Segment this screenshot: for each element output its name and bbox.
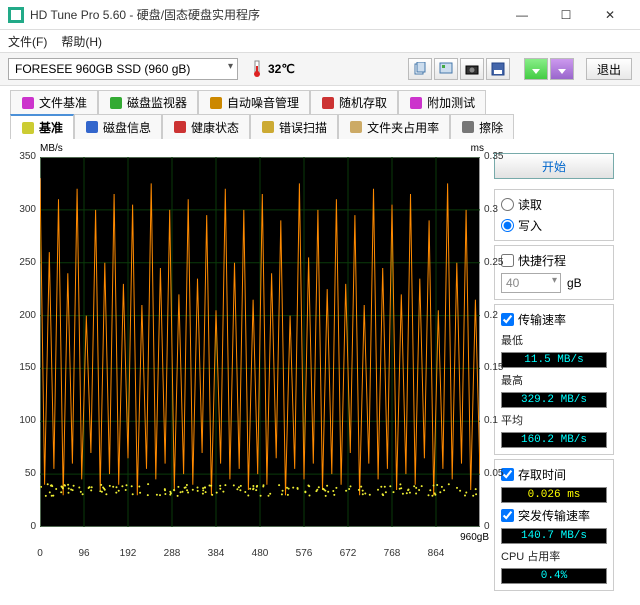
device-select[interactable]: FORESEE 960GB SSD (960 gB) — [8, 58, 238, 80]
tab-随机存取[interactable]: 随机存取 — [310, 90, 398, 114]
x-tick: 0 — [37, 548, 43, 559]
y-tick: 200 — [8, 310, 36, 321]
access-value: 0.026 ms — [501, 487, 607, 503]
y2-tick: 0.35 — [484, 151, 520, 162]
y2-tick: 0.25 — [484, 257, 520, 268]
benchmark-chart: MB/s ms 050100150200250300350 00.050.10.… — [8, 145, 488, 565]
y-left-unit: MB/s — [40, 143, 63, 154]
save-button[interactable] — [486, 58, 510, 80]
tab-磁盘监视器[interactable]: 磁盘监视器 — [98, 90, 198, 114]
benchmark-icon — [21, 121, 35, 135]
tab-文件夹占用率[interactable]: 文件夹占用率 — [338, 114, 450, 139]
y-tick: 250 — [8, 257, 36, 268]
y-tick: 50 — [8, 468, 36, 479]
maximize-button[interactable]: ☐ — [544, 1, 588, 29]
tab-附加测试[interactable]: 附加测试 — [398, 90, 486, 114]
aam-icon — [209, 96, 223, 110]
x-tick: 864 — [428, 548, 445, 559]
max-value: 329.2 MB/s — [501, 392, 607, 408]
close-button[interactable]: ✕ — [588, 1, 632, 29]
tab-健康状态[interactable]: 健康状态 — [162, 114, 250, 139]
device-select-value: FORESEE 960GB SSD (960 gB) — [15, 62, 190, 76]
menu-file[interactable]: 文件(F) — [8, 33, 47, 50]
y-tick: 350 — [8, 151, 36, 162]
random-icon — [321, 96, 335, 110]
y-tick: 150 — [8, 362, 36, 373]
tab-基准[interactable]: 基准 — [10, 114, 74, 139]
error-scan-icon — [261, 120, 275, 134]
copy-info-button[interactable] — [408, 58, 432, 80]
thermometer-icon — [250, 60, 264, 78]
y-tick: 0 — [8, 521, 36, 532]
options-button[interactable] — [524, 58, 548, 80]
short-stroke-size[interactable]: 40 — [501, 273, 561, 293]
menu-bar: 文件(F) 帮助(H) — [0, 30, 640, 52]
x-tick: 480 — [252, 548, 269, 559]
y2-tick: 0 — [484, 521, 520, 532]
extra-icon — [409, 96, 423, 110]
y2-tick: 0.3 — [484, 204, 520, 215]
tab-擦除[interactable]: 擦除 — [450, 114, 514, 139]
x-tick: 576 — [296, 548, 313, 559]
cpu-value: 0.4% — [501, 568, 607, 584]
x-unit: 960gB — [460, 532, 489, 543]
y2-tick: 0.2 — [484, 310, 520, 321]
y2-tick: 0.05 — [484, 468, 520, 479]
write-radio[interactable]: 写入 — [501, 217, 607, 234]
title-bar: HD Tune Pro 5.60 - 硬盘/固态硬盘实用程序 — ☐ ✕ — [0, 0, 640, 30]
tab-文件基准[interactable]: 文件基准 — [10, 90, 98, 114]
y2-tick: 0.15 — [484, 362, 520, 373]
minimize-button[interactable]: — — [500, 1, 544, 29]
window-title: HD Tune Pro 5.60 - 硬盘/固态硬盘实用程序 — [30, 6, 500, 23]
temperature-display: 32℃ — [244, 60, 301, 78]
x-tick: 768 — [384, 548, 401, 559]
x-tick: 192 — [120, 548, 137, 559]
disk-info-icon — [85, 120, 99, 134]
tab-自动噪音管理[interactable]: 自动噪音管理 — [198, 90, 310, 114]
health-icon — [173, 120, 187, 134]
folder-usage-icon — [349, 120, 363, 134]
temperature-value: 32℃ — [268, 62, 295, 76]
exit-button[interactable]: 退出 — [586, 58, 632, 80]
file-benchmark-icon — [21, 96, 35, 110]
copy-screenshot-button[interactable] — [434, 58, 458, 80]
erase-icon — [461, 120, 475, 134]
x-tick: 672 — [340, 548, 357, 559]
x-tick: 288 — [164, 548, 181, 559]
y2-tick: 0.1 — [484, 415, 520, 426]
disk-monitor-icon — [109, 96, 123, 110]
y-right-unit: ms — [471, 143, 484, 154]
toolbar: FORESEE 960GB SSD (960 gB) 32℃ 退出 — [0, 52, 640, 86]
y-tick: 300 — [8, 204, 36, 215]
tab-磁盘信息[interactable]: 磁盘信息 — [74, 114, 162, 139]
screenshot-button[interactable] — [460, 58, 484, 80]
tab-strip: 文件基准磁盘监视器自动噪音管理随机存取附加测试 基准磁盘信息健康状态错误扫描文件… — [0, 86, 640, 139]
tab-错误扫描[interactable]: 错误扫描 — [250, 114, 338, 139]
menu-help[interactable]: 帮助(H) — [61, 33, 102, 50]
x-tick: 96 — [78, 548, 89, 559]
avg-value: 160.2 MB/s — [501, 432, 607, 448]
x-tick: 384 — [208, 548, 225, 559]
settings-button[interactable] — [550, 58, 574, 80]
y-tick: 100 — [8, 415, 36, 426]
app-icon — [8, 7, 24, 23]
